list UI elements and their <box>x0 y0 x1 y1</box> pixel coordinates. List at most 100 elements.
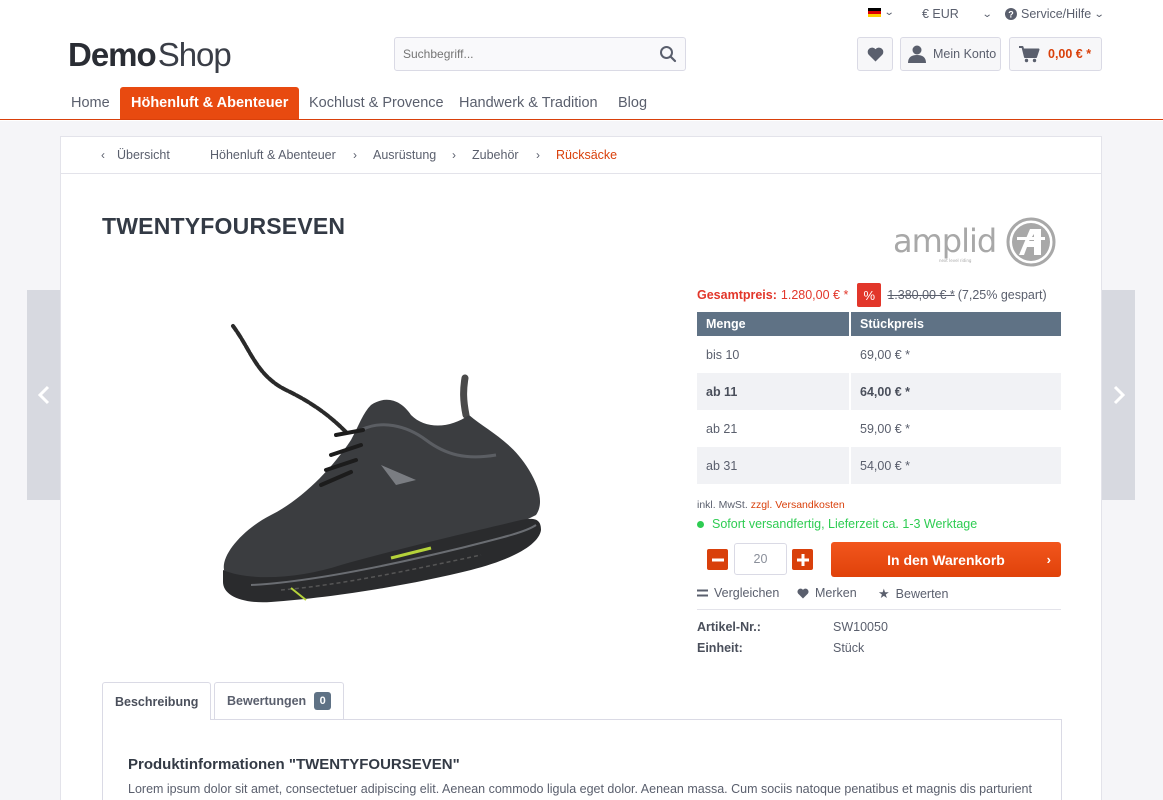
currency-switcher[interactable]: € EUR ⌄ <box>922 7 992 21</box>
tier-quantity: bis 10 <box>706 347 740 362</box>
wishlist-button[interactable] <box>857 37 893 71</box>
search-button[interactable] <box>651 38 685 70</box>
quantity-input[interactable]: 20 <box>734 543 787 575</box>
tab-description-label: Beschreibung <box>115 694 199 709</box>
language-switcher[interactable]: ⌄ <box>868 7 895 18</box>
discount-badge-icon: % <box>857 283 882 307</box>
tier-price: 64,00 € * <box>849 373 1061 410</box>
prev-product-button[interactable] <box>27 290 60 500</box>
tier-price: 59,00 € * <box>849 410 1061 447</box>
nav-item-kochlust[interactable]: Kochlust & Provence <box>298 87 455 119</box>
breadcrumb-item[interactable]: Höhenluft & Abenteuer <box>210 148 336 162</box>
add-to-cart-label: In den Warenkorb <box>887 551 1005 568</box>
help-icon: ? <box>1005 8 1017 20</box>
tax-note: inkl. MwSt. zzgl. Versandkosten <box>697 499 845 511</box>
minus-icon <box>711 558 724 561</box>
logo-light-text: Shop <box>157 36 232 73</box>
next-product-button[interactable] <box>1102 290 1135 500</box>
service-label: Service/Hilfe <box>1021 7 1092 21</box>
tab-reviews-label: Bewertungen <box>227 694 307 708</box>
meta-key: Einheit: <box>697 641 743 655</box>
search-box <box>394 37 686 71</box>
cart-button[interactable]: 0,00 € * <box>1009 37 1102 71</box>
nav-item-blog[interactable]: Blog <box>607 87 658 119</box>
search-icon <box>660 46 677 63</box>
breadcrumb: ‹ Übersicht Höhenluft & Abenteuer › Ausr… <box>61 137 1101 174</box>
shipping-costs-link[interactable]: zzgl. Versandkosten <box>751 499 845 511</box>
meta-value: SW10050 <box>833 620 888 634</box>
breadcrumb-item[interactable]: Ausrüstung <box>373 148 436 162</box>
heart-icon <box>867 47 883 61</box>
table-row: ab 11 64,00 € * <box>697 373 1061 410</box>
delivery-info: Sofort versandfertig, Lieferzeit ca. 1-3… <box>697 517 977 531</box>
account-button[interactable]: Mein Konto <box>900 37 1001 71</box>
currency-label: € EUR <box>922 7 959 21</box>
column-header-unit-price: Stückpreis <box>849 312 1061 336</box>
brand-name-text: amplid <box>893 222 996 260</box>
tier-quantity: ab 31 <box>697 447 849 484</box>
search-input[interactable] <box>395 38 651 70</box>
product-title: TWENTYFOURSEVEN <box>102 213 346 239</box>
saving-percent: (7,25% gespart) <box>957 288 1047 302</box>
chevron-right-icon: › <box>1046 552 1051 567</box>
breadcrumb-current[interactable]: Rücksäcke <box>556 148 617 162</box>
table-row: bis 10 69,00 € * <box>697 336 1061 373</box>
chevron-right-icon: › <box>536 148 540 162</box>
chevron-left-icon: ‹ <box>101 148 105 162</box>
quantity-increase-button[interactable] <box>792 549 813 570</box>
table-row: ab 21 59,00 € * <box>697 410 1061 447</box>
cart-total: 0,00 € * <box>1048 47 1092 61</box>
description-heading: Produktinformationen "TWENTYFOURSEVEN" <box>128 756 460 773</box>
price-value: 1.280,00 € * <box>780 288 849 302</box>
heart-icon <box>797 588 809 598</box>
tab-reviews[interactable]: Bewertungen 0 <box>214 682 345 719</box>
breadcrumb-back-link[interactable]: Übersicht <box>117 148 170 162</box>
delivery-status-dot-icon <box>697 520 704 528</box>
block-price-table: Menge Stückpreis bis 10 69,00 € * ab 11 … <box>697 312 1061 484</box>
tax-text: inkl. MwSt. <box>697 499 748 511</box>
shop-logo[interactable]: Demo Shop <box>68 36 232 74</box>
breadcrumb-item[interactable]: Zubehör <box>472 148 519 162</box>
de-flag-icon <box>868 8 881 17</box>
compare-button[interactable]: Vergleichen <box>697 586 779 600</box>
remember-label: Merken <box>815 586 857 600</box>
compare-icon <box>697 589 708 597</box>
divider <box>697 609 1061 610</box>
tier-price: 69,00 € * <box>849 336 1061 373</box>
user-icon <box>908 45 926 63</box>
column-header-quantity: Menge <box>697 312 849 336</box>
chevron-right-icon: › <box>353 148 357 162</box>
nav-item-handwerk[interactable]: Handwerk & Tradition <box>448 87 609 119</box>
reviews-count-badge: 0 <box>314 692 332 710</box>
add-to-cart-button[interactable]: In den Warenkorb › <box>831 542 1061 577</box>
nav-item-home[interactable]: Home <box>60 87 121 119</box>
main-navigation: Home Höhenluft & Abenteuer Kochlust & Pr… <box>0 87 1163 120</box>
cart-icon <box>1019 46 1040 63</box>
product-image[interactable] <box>211 320 551 605</box>
price-row: Gesamtpreis: 1.280,00 € * % 1.380,00 € *… <box>697 283 1047 307</box>
quantity-decrease-button[interactable] <box>707 549 728 570</box>
chevron-down-icon: ⌄ <box>883 7 895 18</box>
remember-button[interactable]: Merken <box>797 586 857 600</box>
nav-item-hoehenluft[interactable]: Höhenluft & Abenteuer <box>120 87 300 119</box>
svg-text:?: ? <box>1008 10 1014 20</box>
plus-icon <box>796 553 809 566</box>
top-bar: ⌄ € EUR ⌄ ? Service/Hilfe ⌄ <box>0 0 1163 28</box>
compare-label: Vergleichen <box>714 586 780 600</box>
tab-description[interactable]: Beschreibung <box>102 682 212 720</box>
chevron-down-icon: ⌄ <box>1093 8 1105 20</box>
meta-key: Artikel-Nr.: <box>697 620 761 634</box>
tier-quantity: ab 21 <box>706 421 738 436</box>
chevron-left-icon <box>37 385 49 405</box>
product-detail-container: ‹ Übersicht Höhenluft & Abenteuer › Ausr… <box>60 136 1102 800</box>
description-text: Lorem ipsum dolor sit amet, consectetuer… <box>128 782 1032 796</box>
tab-panel-description: Produktinformationen "TWENTYFOURSEVEN" L… <box>102 719 1062 800</box>
logo-bold-text: Demo <box>68 36 157 73</box>
brand-logo[interactable]: amplid next level riding <box>893 215 1057 269</box>
rate-button[interactable]: ★ Bewerten <box>878 586 948 602</box>
service-menu[interactable]: ? Service/Hilfe ⌄ <box>1005 7 1105 21</box>
old-price: 1.380,00 € * <box>887 288 955 302</box>
rate-label: Bewerten <box>895 587 949 601</box>
tier-quantity: ab 11 <box>697 373 849 410</box>
star-icon: ★ <box>878 586 890 601</box>
